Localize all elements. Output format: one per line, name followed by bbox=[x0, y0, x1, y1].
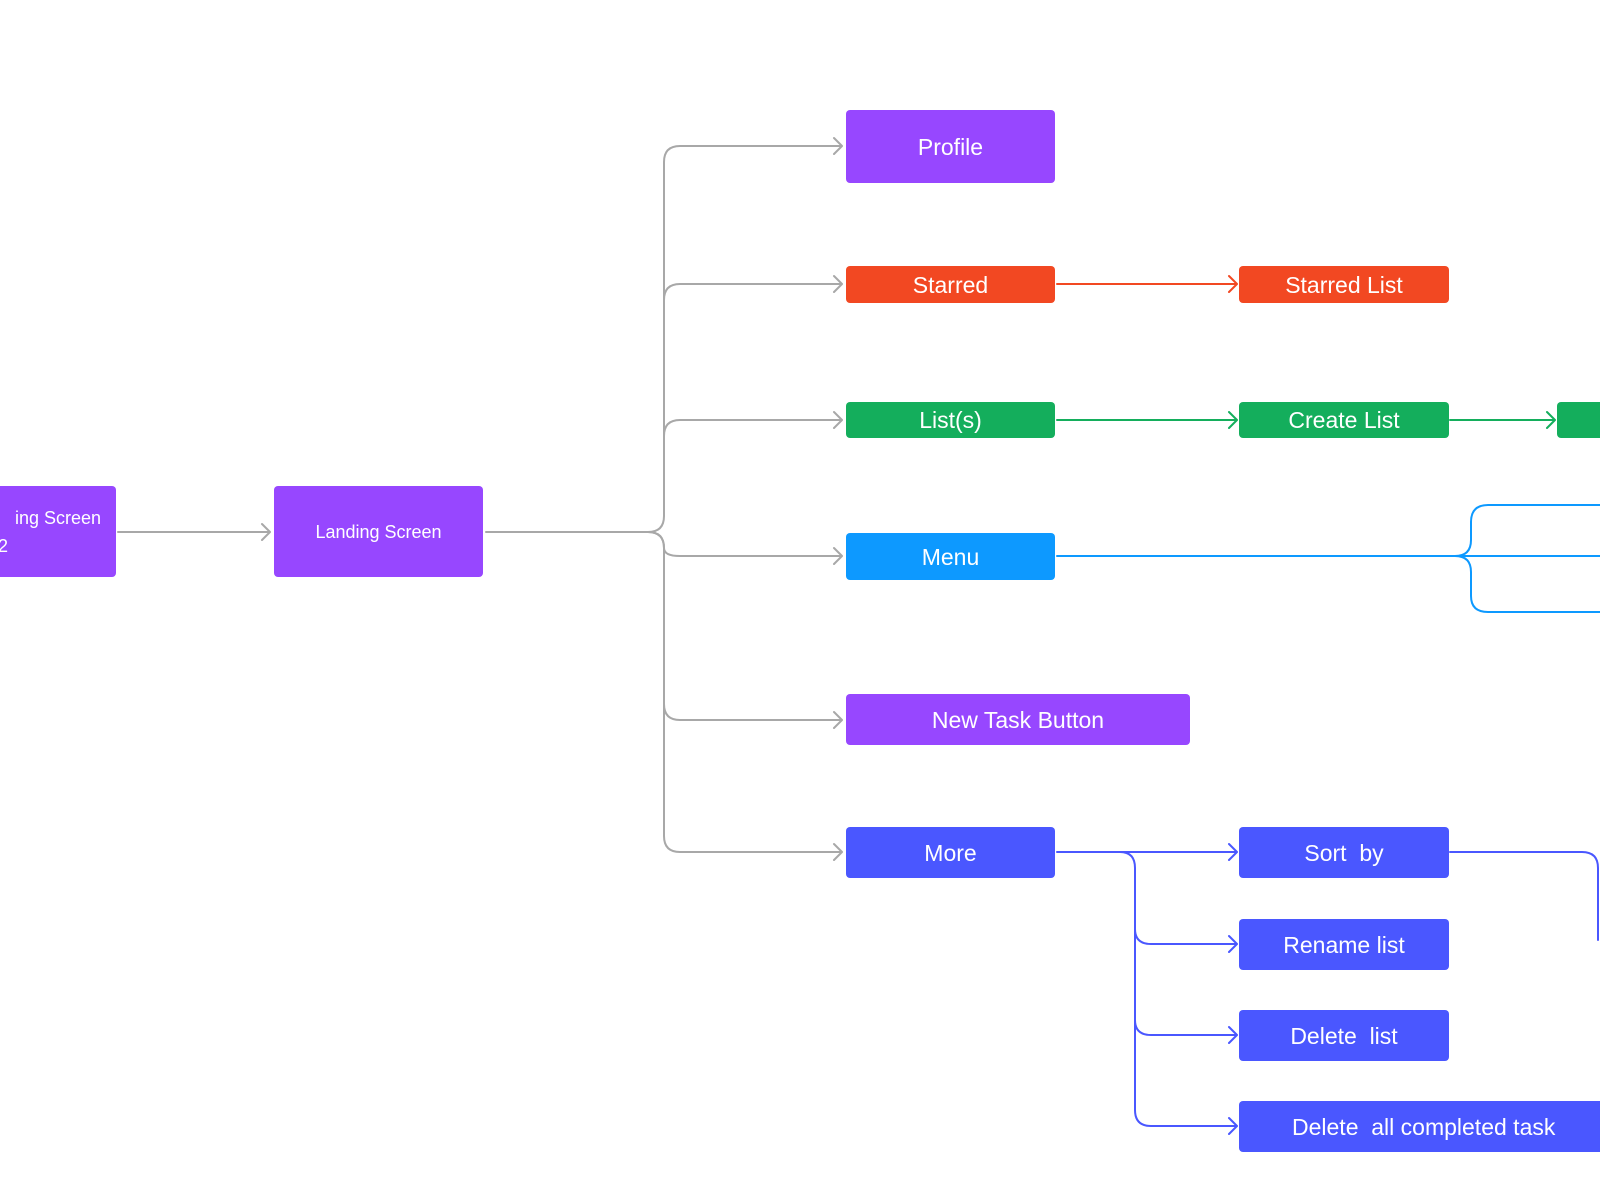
node-loading-screen-2[interactable]: ing Screen 2 bbox=[0, 486, 116, 577]
edge-create-list-to-next bbox=[1449, 411, 1556, 429]
node-landing-screen[interactable]: Landing Screen bbox=[274, 486, 483, 577]
edge-landing-to-starred bbox=[663, 275, 843, 301]
node-label: Delete list bbox=[1290, 1022, 1398, 1049]
edge-menu-fanout bbox=[1056, 504, 1600, 613]
node-lists[interactable]: List(s) bbox=[846, 402, 1055, 438]
node-new-task-button[interactable]: New Task Button bbox=[846, 694, 1190, 745]
node-create-list-next[interactable] bbox=[1557, 402, 1600, 438]
node-label: Starred bbox=[912, 271, 989, 298]
edge-more-to-children bbox=[1119, 851, 1238, 1135]
node-label: Profile bbox=[917, 133, 984, 160]
node-delete-all-completed-task[interactable]: Delete all completed task bbox=[1239, 1101, 1600, 1152]
node-more[interactable]: More bbox=[846, 827, 1055, 878]
node-label: Delete all completed task bbox=[1292, 1113, 1556, 1140]
node-sort-by[interactable]: Sort by bbox=[1239, 827, 1449, 878]
node-rename-list[interactable]: Rename list bbox=[1239, 919, 1449, 970]
node-label: Menu bbox=[921, 543, 980, 570]
node-create-list[interactable]: Create List bbox=[1239, 402, 1449, 438]
edge-landing-to-new-task bbox=[647, 531, 843, 729]
edge-loading2-to-landing bbox=[117, 523, 271, 541]
edge-more-to-sort-by bbox=[1056, 843, 1238, 861]
node-label: Landing Screen bbox=[315, 521, 442, 542]
node-menu[interactable]: Menu bbox=[846, 533, 1055, 580]
node-label: Rename list bbox=[1283, 931, 1405, 958]
node-delete-list[interactable]: Delete list bbox=[1239, 1010, 1449, 1061]
node-label: Sort by bbox=[1304, 839, 1384, 866]
edge-sort-by-offscreen bbox=[1449, 851, 1599, 941]
node-starred-list[interactable]: Starred List bbox=[1239, 266, 1449, 303]
node-label: Create List bbox=[1288, 407, 1400, 433]
node-label: New Task Button bbox=[931, 706, 1105, 733]
node-label: 2 bbox=[0, 535, 8, 556]
edge-landing-to-lists bbox=[663, 411, 843, 437]
node-label: List(s) bbox=[919, 407, 982, 433]
edge-lists-to-create-list bbox=[1056, 411, 1238, 429]
flow-diagram-canvas: ing Screen 2 Landing Screen Profile Star… bbox=[0, 0, 1600, 1200]
edge-landing-to-menu bbox=[647, 531, 843, 565]
node-starred[interactable]: Starred bbox=[846, 266, 1055, 303]
edge-landing-to-more bbox=[663, 703, 843, 861]
edge-starred-to-starred-list bbox=[1056, 275, 1238, 293]
node-label: More bbox=[924, 839, 977, 866]
node-profile[interactable]: Profile bbox=[846, 110, 1055, 183]
node-label: ing Screen bbox=[14, 507, 102, 528]
node-label: Starred List bbox=[1285, 271, 1403, 298]
edge-landing-trunk bbox=[485, 137, 843, 533]
